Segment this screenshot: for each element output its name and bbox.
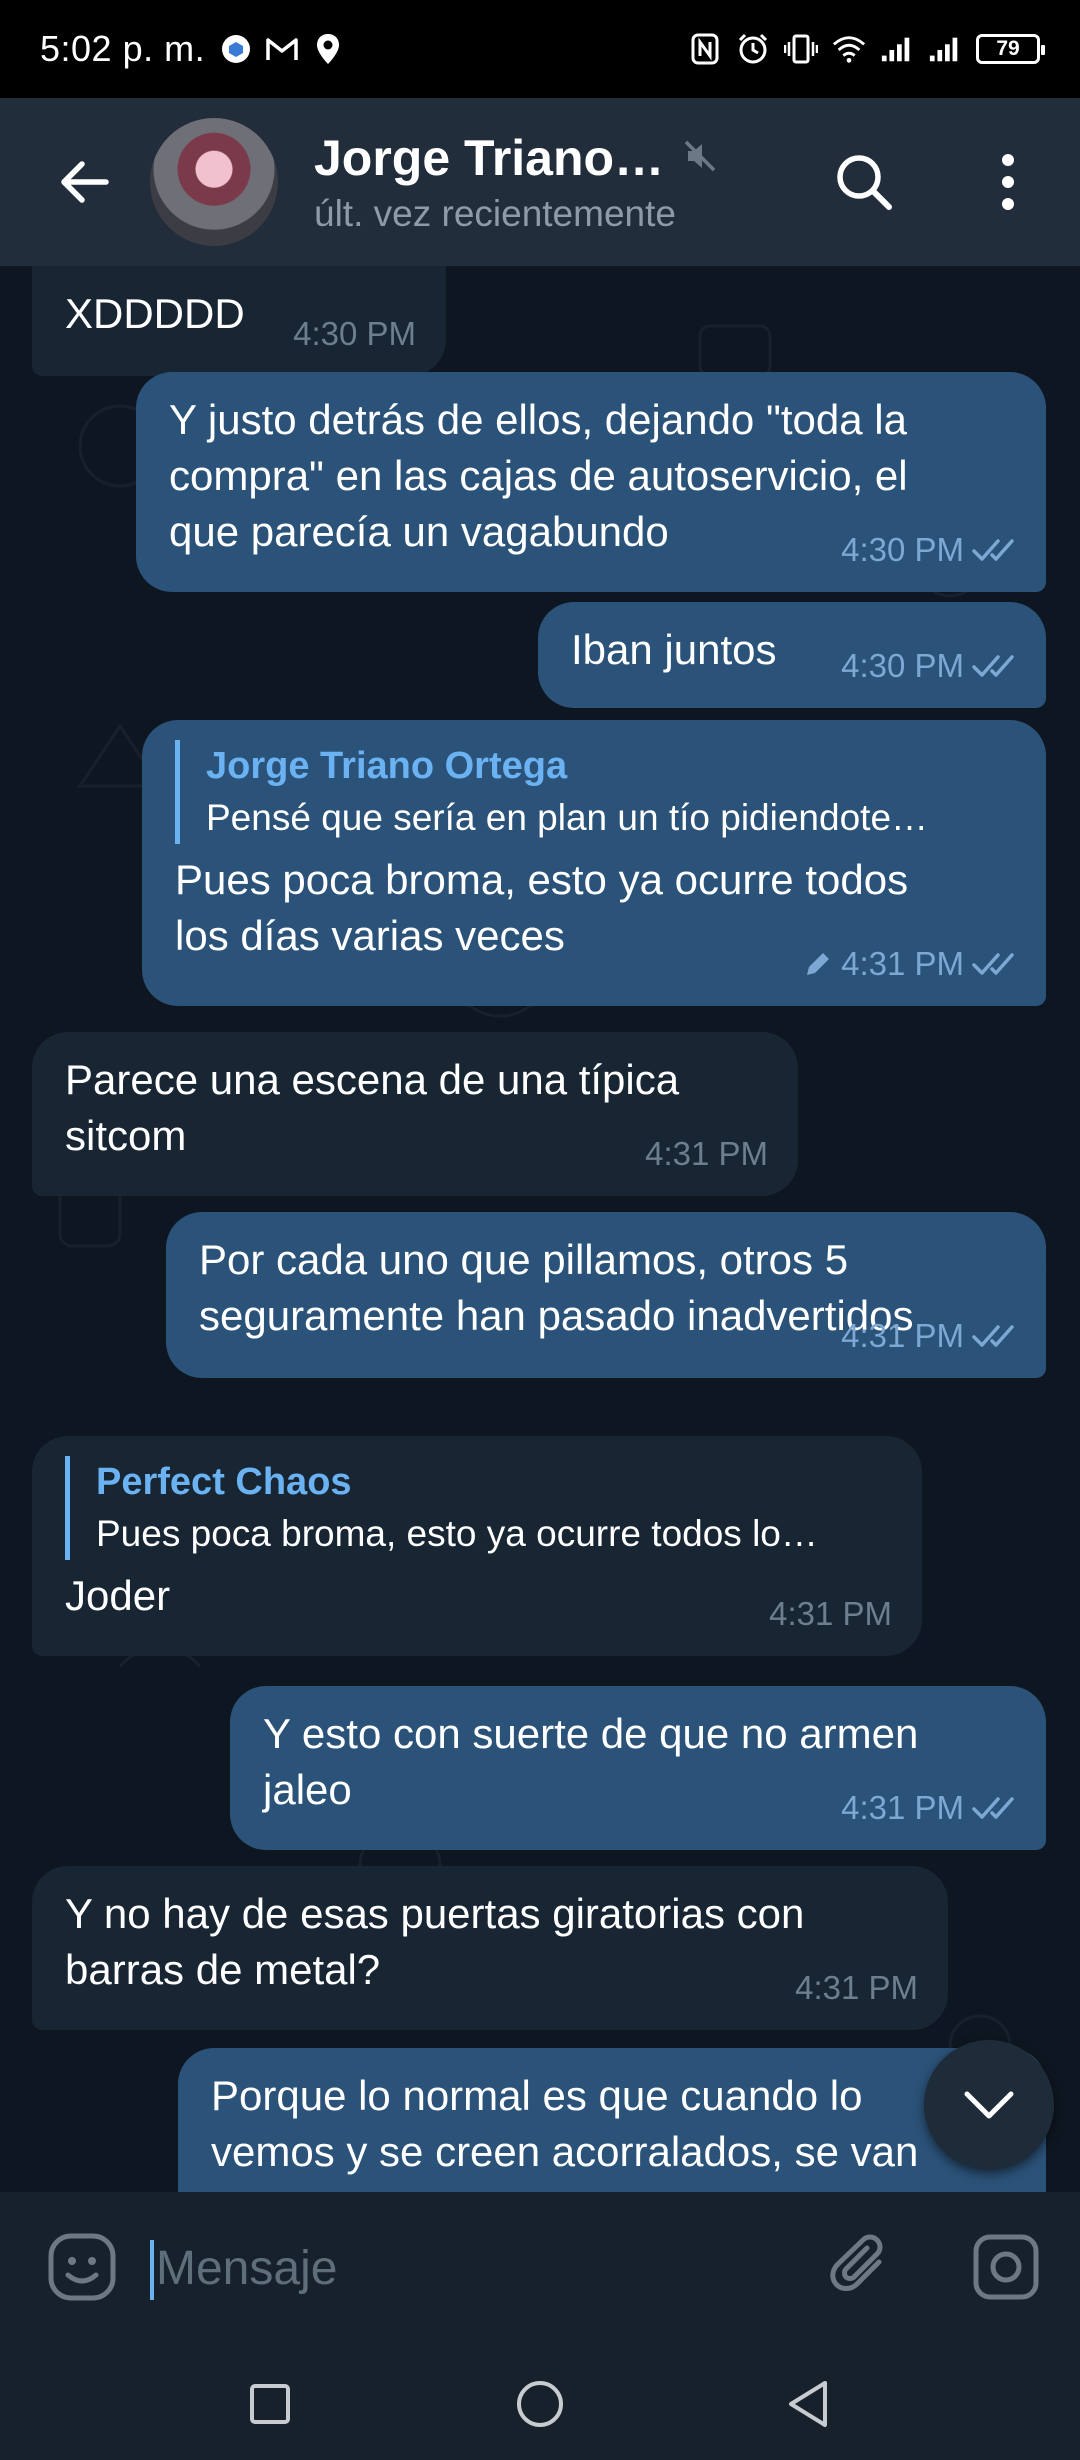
- message-list[interactable]: XDDDDD 4:30 PM Y justo detrás de ellos, …: [0, 266, 1080, 2192]
- search-icon: [837, 155, 892, 210]
- message-text: compra" en las cajas de autoservicio, el: [169, 452, 908, 499]
- message-text: Y justo detrás de ellos, dejando "toda l…: [169, 396, 907, 443]
- muted-icon: [682, 138, 718, 179]
- reply-text: Pues poca broma, esto ya ocurre todos lo…: [96, 1513, 818, 1554]
- system-navigation-bar: [0, 2342, 1080, 2460]
- message-bubble[interactable]: Porque lo normal es que cuando lo vemos …: [178, 2048, 1046, 2192]
- message-bubble[interactable]: Perfect Chaos Pues poca broma, esto ya o…: [32, 1436, 922, 1656]
- vibrate-icon: [784, 32, 818, 66]
- double-check-icon: [972, 1325, 1014, 1347]
- double-check-icon: [972, 953, 1014, 975]
- emoji-icon: [48, 2233, 116, 2301]
- message-time: 4:31 PM: [841, 945, 964, 982]
- reply-author: Perfect Chaos: [96, 1461, 352, 1503]
- battery-indicator: 79: [976, 34, 1045, 64]
- back-button[interactable]: [36, 134, 132, 230]
- message-text: Por cada uno que pillamos, otros 5: [199, 1236, 849, 1283]
- message-input[interactable]: [156, 2232, 796, 2304]
- scroll-to-bottom-button[interactable]: [924, 2040, 1054, 2170]
- triangle-back-icon: [789, 2381, 827, 2427]
- wifi-icon: [832, 32, 866, 66]
- status-bar: 5:02 p. m. 79: [0, 0, 1080, 98]
- camera-icon: [973, 2234, 1039, 2300]
- chat-header: Jorge Triano… últ. vez recientemente: [0, 98, 1080, 266]
- message-text: Joder: [65, 1572, 171, 1619]
- status-time: 5:02 p. m.: [40, 28, 206, 69]
- signal-icon: [880, 32, 914, 66]
- circle-icon: [517, 2381, 563, 2427]
- message-time: 4:31 PM: [645, 1135, 768, 1172]
- message-bubble[interactable]: Y justo detrás de ellos, dejando "toda l…: [136, 372, 1046, 592]
- reply-preview[interactable]: Jorge Triano Ortega Pensé que sería en p…: [175, 740, 1013, 844]
- message-bubble[interactable]: Por cada uno que pillamos, otros 5 segur…: [166, 1212, 1046, 1378]
- back-nav-button[interactable]: [768, 2364, 848, 2444]
- message-text: Parece una escena de una típica: [65, 1056, 680, 1103]
- recents-button[interactable]: [230, 2364, 310, 2444]
- message-text: vemos y se creen acorralados, se van: [211, 2128, 919, 2175]
- message-time: 4:31 PM: [841, 1317, 964, 1354]
- double-check-icon: [972, 1797, 1014, 1819]
- message-time: 4:30 PM: [841, 531, 964, 568]
- search-button[interactable]: [822, 140, 906, 224]
- vpn-icon: [219, 32, 253, 66]
- alarm-icon: [736, 32, 770, 66]
- location-icon: [311, 32, 345, 66]
- last-seen-status: últ. vez recientemente: [314, 193, 676, 234]
- double-check-icon: [972, 539, 1014, 561]
- message-time: 4:31 PM: [841, 1789, 964, 1826]
- message-bubble[interactable]: Y esto con suerte de que no armen jaleo …: [230, 1686, 1046, 1850]
- more-options-button[interactable]: [968, 140, 1048, 224]
- double-check-icon: [972, 655, 1014, 677]
- gmail-icon: [265, 32, 299, 66]
- attach-button[interactable]: [820, 2225, 904, 2309]
- signal-icon: [928, 32, 962, 66]
- back-arrow-icon: [61, 161, 109, 203]
- nfc-icon: [688, 32, 722, 66]
- avatar[interactable]: [150, 118, 278, 246]
- more-vert-icon: [1002, 154, 1014, 210]
- home-button[interactable]: [500, 2364, 580, 2444]
- message-text: barras de metal?: [65, 1946, 381, 1993]
- chat-title: Jorge Triano…: [314, 130, 665, 186]
- message-text: Pues poca broma, esto ya ocurre todos: [175, 856, 909, 903]
- message-time: 4:30 PM: [293, 315, 416, 352]
- message-time: 4:31 PM: [795, 1969, 918, 2006]
- message-bubble[interactable]: Jorge Triano Ortega Pensé que sería en p…: [142, 720, 1046, 1006]
- message-composer: [0, 2192, 1080, 2342]
- text-cursor: [150, 2240, 154, 2300]
- message-bubble[interactable]: Parece una escena de una típica sitcom 4…: [32, 1032, 798, 1196]
- message-bubble[interactable]: Iban juntos 4:30 PM: [538, 602, 1046, 708]
- message-time: 4:30 PM: [841, 647, 964, 684]
- chevron-down-icon: [964, 2091, 1014, 2119]
- camera-button[interactable]: [964, 2225, 1048, 2309]
- reply-author: Jorge Triano Ortega: [206, 745, 568, 787]
- message-text: Y esto con suerte de que no armen: [263, 1710, 919, 1757]
- reply-preview[interactable]: Perfect Chaos Pues poca broma, esto ya o…: [65, 1456, 889, 1560]
- square-icon: [250, 2384, 290, 2424]
- message-time: 4:31 PM: [769, 1595, 892, 1632]
- paperclip-icon: [830, 2234, 883, 2291]
- emoji-button[interactable]: [40, 2225, 124, 2309]
- message-text: Y no hay de esas puertas giratorias con: [65, 1890, 805, 1937]
- message-text: Porque lo normal es que cuando lo: [211, 2072, 863, 2119]
- reply-text: Pensé que sería en plan un tío pidiendot…: [206, 797, 929, 838]
- edited-pencil-icon: [807, 953, 830, 975]
- message-bubble[interactable]: Y no hay de esas puertas giratorias con …: [32, 1866, 948, 2030]
- chat-title-block[interactable]: Jorge Triano… últ. vez recientemente: [314, 129, 718, 235]
- message-bubble[interactable]: XDDDDD 4:30 PM: [32, 266, 446, 376]
